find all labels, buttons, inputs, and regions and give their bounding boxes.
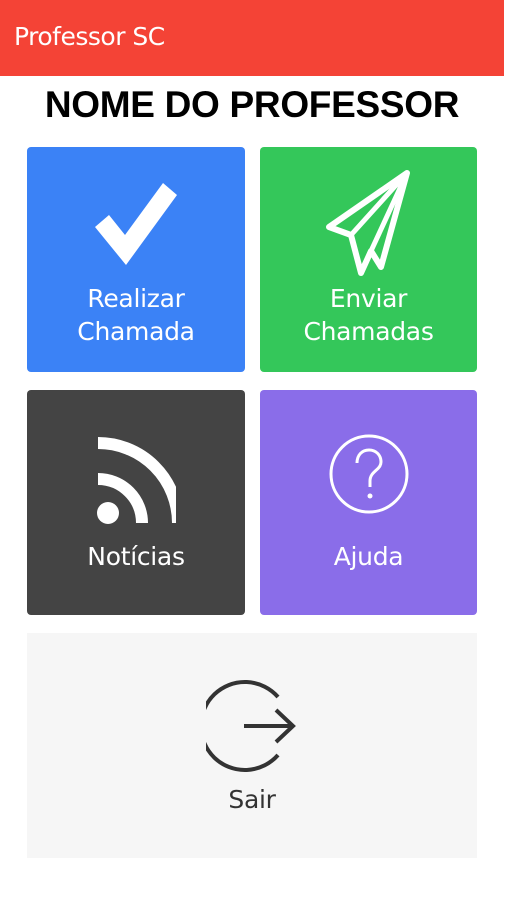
professor-name-heading: NOME DO PROFESSOR [44, 84, 460, 125]
checkmark-icon [27, 177, 245, 273]
help-label: Ajuda [333, 542, 404, 571]
send-attendance-button[interactable]: Enviar Chamadas [260, 147, 477, 372]
logout-arrow-icon [27, 673, 477, 779]
app-bar: Professor SC [0, 0, 504, 76]
help-button[interactable]: Ajuda [260, 390, 477, 615]
news-button[interactable]: Notícias [27, 390, 245, 615]
question-circle-icon [260, 433, 477, 515]
logout-button[interactable]: Sair [27, 633, 477, 858]
take-attendance-label: Realizar Chamada [77, 284, 195, 346]
news-label: Notícias [87, 542, 185, 571]
app-title: Professor SC [14, 21, 165, 51]
rss-feed-icon [27, 435, 245, 525]
send-attendance-label: Enviar Chamadas [303, 284, 434, 346]
logout-label: Sair [228, 785, 276, 814]
paper-plane-icon [260, 169, 477, 279]
take-attendance-button[interactable]: Realizar Chamada [27, 147, 245, 372]
